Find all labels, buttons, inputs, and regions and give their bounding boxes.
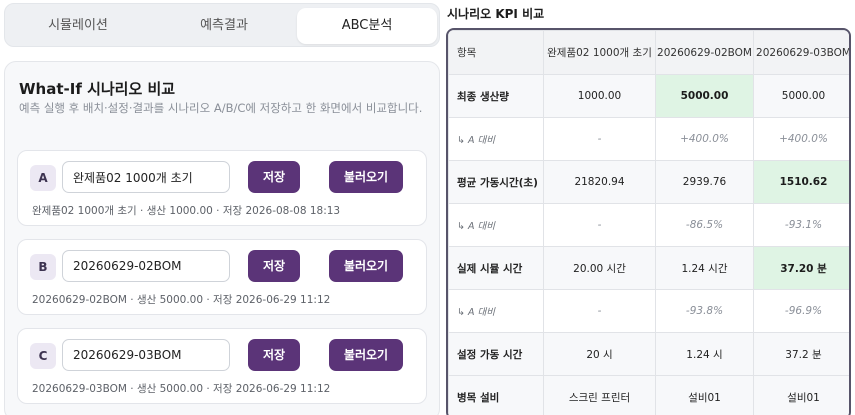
- kpi-cell: +400.0%: [655, 117, 754, 161]
- scenario-card-a: A 저장 불러오기 완제품02 1000개 초기 · 생산 1000.00 · …: [17, 150, 427, 226]
- scenario-badge: B: [30, 254, 56, 280]
- what-if-card: What-If 시나리오 비교 예측 실행 후 배치·설정·결과를 시나리오 A…: [4, 61, 440, 415]
- kpi-header-cell: 20260629-03BOM: [753, 30, 849, 75]
- kpi-row-configured-runtime: 설정 가동 시간 20 시 1.24 시 37.2 분: [448, 332, 849, 376]
- load-button[interactable]: 불러오기: [329, 339, 403, 371]
- scenario-meta: 완제품02 1000개 초기 · 생산 1000.00 · 저장 2026-08…: [32, 205, 341, 217]
- kpi-cell: -93.1%: [753, 203, 849, 247]
- kpi-row-label: 실제 시뮬 시간: [448, 246, 544, 290]
- kpi-cell: -: [543, 289, 656, 333]
- tab-prediction-results[interactable]: 예측결과: [155, 8, 293, 44]
- kpi-cell: 2939.76: [655, 160, 754, 204]
- kpi-cell-best: 5000.00: [655, 74, 754, 118]
- kpi-cell: 21820.94: [543, 160, 656, 204]
- kpi-row-label: ↳ A 대비: [448, 289, 544, 333]
- kpi-row-vs-a: ↳ A 대비 - +400.0% +400.0%: [448, 117, 849, 161]
- tab-simulation[interactable]: 시뮬레이션: [9, 8, 147, 44]
- scenario-name-input[interactable]: [62, 250, 230, 282]
- kpi-cell: 1000.00: [543, 74, 656, 118]
- scenario-name-input[interactable]: [62, 161, 230, 193]
- kpi-row-avg-runtime: 평균 가동시간(초) 21820.94 2939.76 1510.62: [448, 160, 849, 204]
- save-button[interactable]: 저장: [248, 339, 300, 371]
- save-button[interactable]: 저장: [248, 161, 300, 193]
- scenario-badge: C: [30, 343, 56, 369]
- kpi-cell: 설비01: [655, 375, 754, 415]
- kpi-cell: 20.00 시간: [543, 246, 656, 290]
- left-panel: 시뮬레이션 예측결과 ABC분석 What-If 시나리오 비교 예측 실행 후…: [0, 0, 442, 415]
- kpi-cell: +400.0%: [753, 117, 849, 161]
- kpi-cell-best: 37.20 분: [753, 246, 849, 290]
- kpi-row-label: ↳ A 대비: [448, 203, 544, 247]
- card-description: 예측 실행 후 배치·설정·결과를 시나리오 A/B/C에 저장하고 한 화면에…: [19, 101, 423, 115]
- kpi-row-label: 평균 가동시간(초): [448, 160, 544, 204]
- kpi-row-actual-sim-time: 실제 시뮬 시간 20.00 시간 1.24 시간 37.20 분: [448, 246, 849, 290]
- load-button[interactable]: 불러오기: [329, 250, 403, 282]
- kpi-cell: -: [543, 203, 656, 247]
- kpi-cell: 5000.00: [753, 74, 849, 118]
- kpi-cell-best: 1510.62: [753, 160, 849, 204]
- kpi-cell: -: [543, 117, 656, 161]
- kpi-cell: 1.24 시: [655, 332, 754, 376]
- scenario-card-c: C 저장 불러오기 20260629-03BOM · 생산 5000.00 · …: [17, 328, 427, 404]
- kpi-cell: 스크린 프린터: [543, 375, 656, 415]
- kpi-row-vs-a: ↳ A 대비 - -86.5% -93.1%: [448, 203, 849, 247]
- kpi-cell: -93.8%: [655, 289, 754, 333]
- kpi-title: 시나리오 KPI 비교: [447, 7, 545, 21]
- scenario-card-b: B 저장 불러오기 20260629-02BOM · 생산 5000.00 · …: [17, 239, 427, 315]
- card-title: What-If 시나리오 비교: [19, 80, 176, 98]
- kpi-row-label: 설정 가동 시간: [448, 332, 544, 376]
- scenario-name-input[interactable]: [62, 339, 230, 371]
- tab-bar: 시뮬레이션 예측결과 ABC분석: [4, 3, 440, 47]
- kpi-row-final-output: 최종 생산량 1000.00 5000.00 5000.00: [448, 74, 849, 118]
- kpi-row-vs-a: ↳ A 대비 - -93.8% -96.9%: [448, 289, 849, 333]
- kpi-cell: 1.24 시간: [655, 246, 754, 290]
- kpi-header-cell: 완제품02 1000개 초기: [543, 30, 656, 75]
- kpi-cell: 설비01: [753, 375, 849, 415]
- kpi-row-label: ↳ A 대비: [448, 117, 544, 161]
- kpi-row-label: 최종 생산량: [448, 74, 544, 118]
- scenario-badge: A: [30, 165, 56, 191]
- tab-abc-analysis[interactable]: ABC분석: [297, 8, 437, 44]
- kpi-row-bottleneck: 병목 설비 스크린 프린터 설비01 설비01: [448, 375, 849, 415]
- kpi-header-cell: 항목: [448, 30, 544, 75]
- kpi-table: 항목 완제품02 1000개 초기 20260629-02BOM 2026062…: [448, 30, 849, 415]
- kpi-cell: -96.9%: [753, 289, 849, 333]
- scenario-meta: 20260629-02BOM · 생산 5000.00 · 저장 2026-06…: [32, 294, 331, 306]
- kpi-cell: 20 시: [543, 332, 656, 376]
- load-button[interactable]: 불러오기: [329, 161, 403, 193]
- kpi-cell: -86.5%: [655, 203, 754, 247]
- kpi-cell: 37.2 분: [753, 332, 849, 376]
- kpi-header-row: 항목 완제품02 1000개 초기 20260629-02BOM 2026062…: [448, 30, 849, 75]
- kpi-row-label: 병목 설비: [448, 375, 544, 415]
- kpi-table-frame: 항목 완제품02 1000개 초기 20260629-02BOM 2026062…: [446, 28, 851, 415]
- save-button[interactable]: 저장: [248, 250, 300, 282]
- kpi-header-cell: 20260629-02BOM: [655, 30, 754, 75]
- scenario-meta: 20260629-03BOM · 생산 5000.00 · 저장 2026-06…: [32, 383, 331, 395]
